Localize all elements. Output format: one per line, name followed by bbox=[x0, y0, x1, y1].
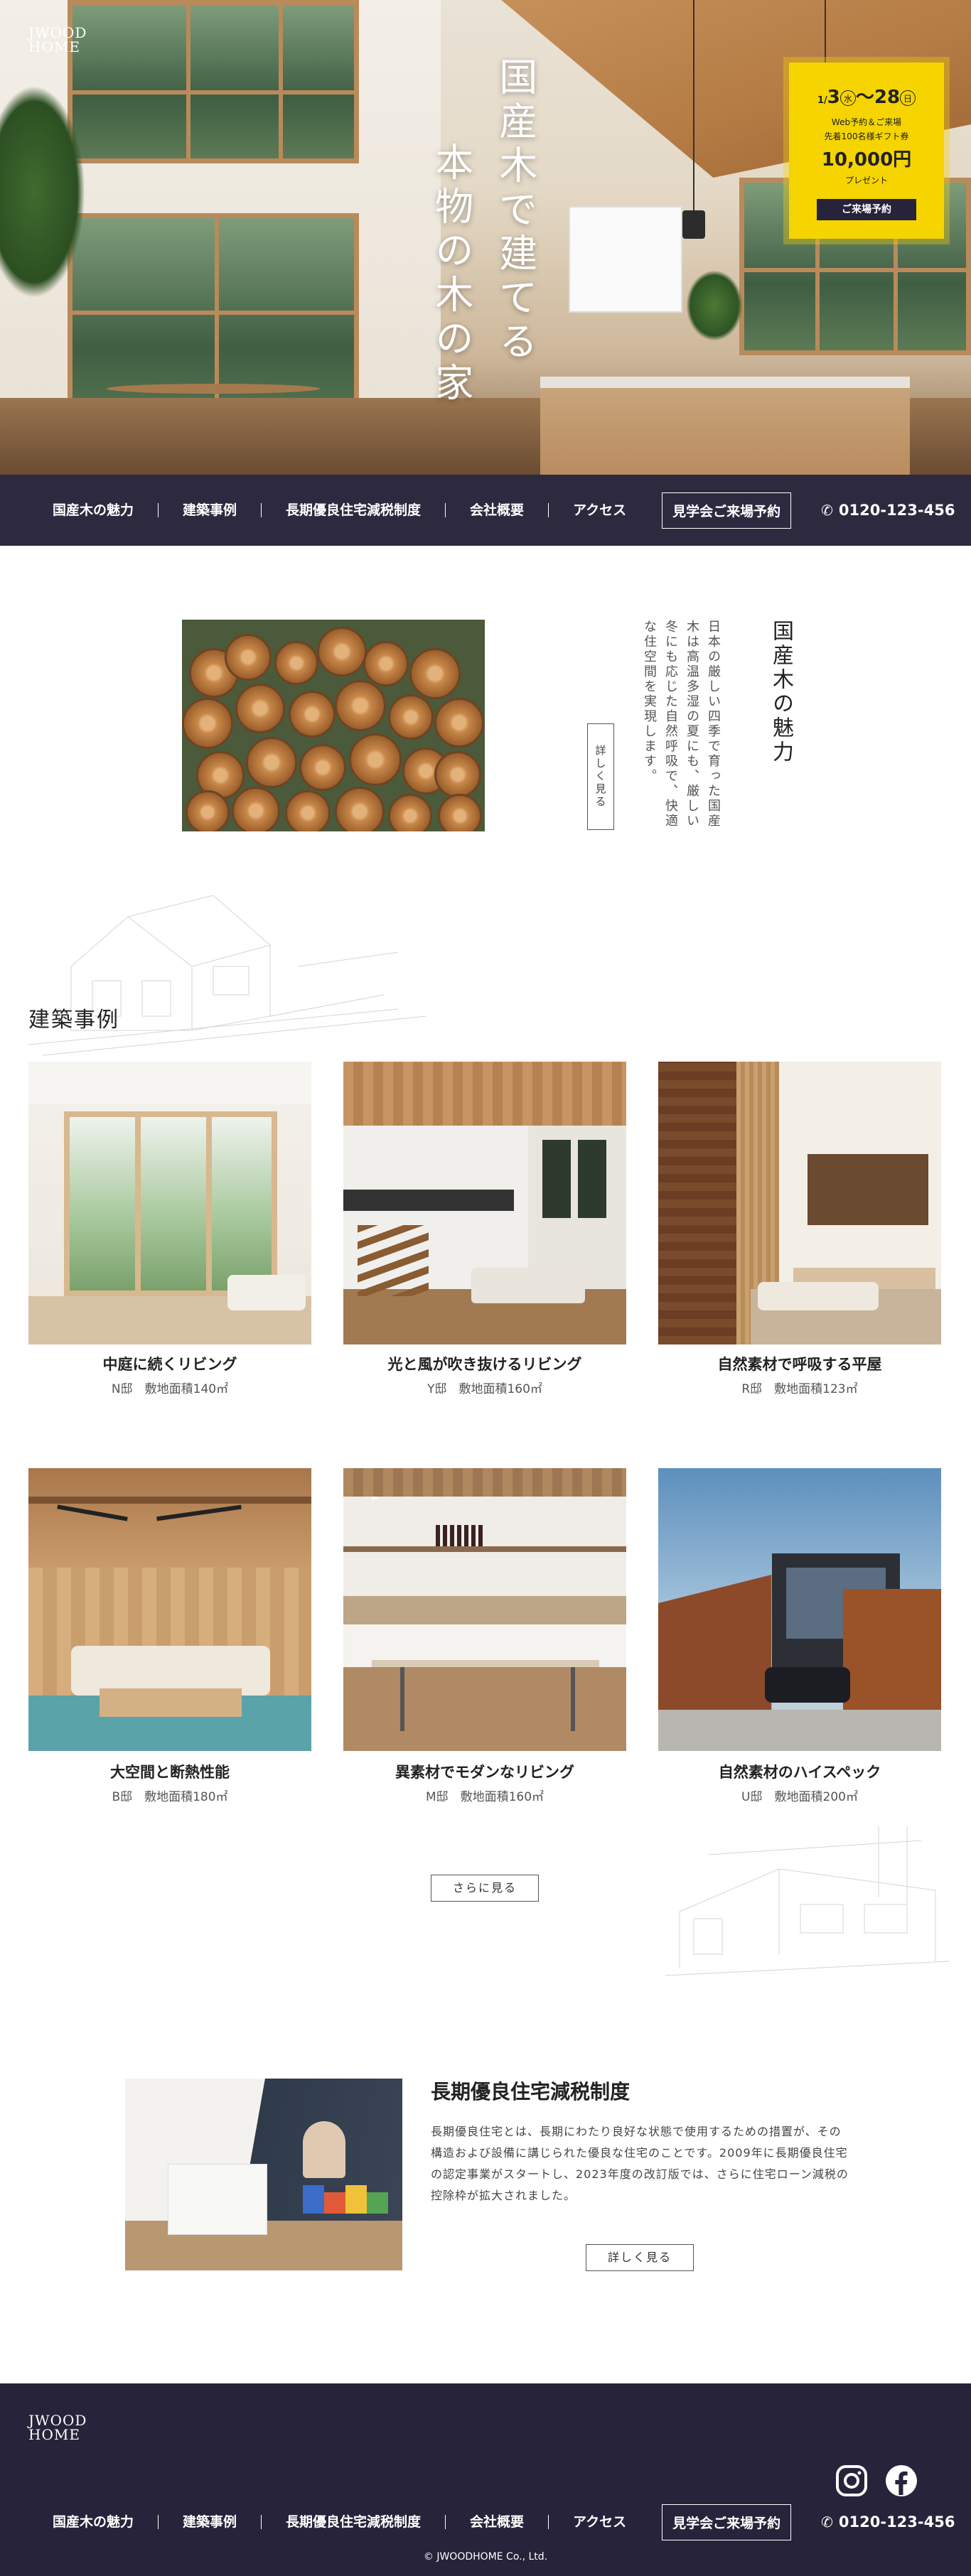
nav-item-charm[interactable]: 国産木の魅力 bbox=[28, 503, 159, 517]
case-sub-3: R邸 敷地面積123㎡ bbox=[741, 1382, 858, 1396]
hero-pendant-light bbox=[693, 0, 694, 213]
promo-reserve-button[interactable]: ご来場予約 bbox=[817, 199, 916, 220]
hero: JWOOD HOME 国産木で建てる 本物の木の家 1/3 水〜28 日 Web予約… bbox=[0, 0, 971, 475]
footer-phone-number: 0120-123-456 bbox=[838, 2513, 955, 2531]
nav-item-access[interactable]: アクセス bbox=[549, 503, 650, 517]
phone-number: 0120-123-456 bbox=[838, 502, 955, 519]
charm-logs-image bbox=[182, 620, 485, 831]
case-image-3[interactable] bbox=[658, 1062, 941, 1344]
footer-phone-link[interactable]: ✆ 0120-123-456 bbox=[821, 2513, 955, 2531]
hero-title-line-2: 本物の木の家 bbox=[428, 142, 473, 406]
case-title-1: 中庭に続くリビング bbox=[102, 1356, 237, 1373]
tax-text: 長期優良住宅とは、長期にわたり良好な状態で使用するための措置が、その構造および設… bbox=[431, 2125, 849, 2202]
logo-line-1: JWOOD bbox=[28, 24, 87, 41]
charm-text: 日本の厳しい四季で育った国産木は高温多湿の夏にも、厳しい冬にも応じた自然呼吸で、… bbox=[642, 620, 721, 829]
phone-link[interactable]: ✆ 0120-123-456 bbox=[821, 502, 955, 519]
hero-window-top bbox=[68, 0, 359, 163]
case-sub-6: U邸 敷地面積200㎡ bbox=[741, 1790, 858, 1804]
case-sub-1: N邸 敷地面積140㎡ bbox=[111, 1382, 229, 1396]
promo-date: 1/3 水〜28 日 bbox=[789, 82, 944, 109]
case-title-3: 自然素材で呼吸する平屋 bbox=[717, 1356, 882, 1373]
main-nav: 国産木の魅力 建築事例 長期優良住宅減税制度 会社概要 アクセス 見学会ご来場予… bbox=[0, 475, 971, 546]
promo-line-1: Web予約＆ご来場 bbox=[831, 117, 902, 127]
footer-phone-icon: ✆ bbox=[821, 2513, 833, 2531]
logo-line-2: HOME bbox=[28, 38, 80, 55]
house-sketch-right bbox=[665, 1826, 950, 1976]
hero-plant bbox=[0, 85, 85, 298]
case-title-5: 異素材でモダンなリビング bbox=[395, 1764, 574, 1781]
hero-title-line-1: 国産木で建てる bbox=[492, 57, 537, 365]
case-sub-4: B邸 敷地面積180㎡ bbox=[112, 1790, 228, 1804]
hero-cabinet bbox=[569, 206, 682, 313]
case-sub-5: M邸 敷地面積160㎡ bbox=[425, 1790, 544, 1804]
case-image-2[interactable] bbox=[343, 1062, 626, 1344]
footer-logo-line-2: HOME bbox=[28, 2426, 80, 2443]
visit-reserve-button[interactable]: 見学会ご来場予約 bbox=[662, 492, 792, 529]
promo-line-3: プレゼント bbox=[844, 176, 888, 185]
tax-more-button[interactable]: 詳しく見る bbox=[586, 2244, 694, 2271]
promo-line-2: 先着100名様ギフト券 bbox=[824, 131, 909, 141]
copyright: © JWOODHOME Co., Ltd. bbox=[423, 2551, 548, 2562]
footer-nav-item-tax[interactable]: 長期優良住宅減税制度 bbox=[262, 2515, 446, 2529]
nav-item-company[interactable]: 会社概要 bbox=[446, 503, 549, 517]
footer-nav-item-access[interactable]: アクセス bbox=[549, 2515, 650, 2529]
footer-logo-line-1: JWOOD bbox=[28, 2412, 87, 2429]
tax-title: 長期優良住宅減税制度 bbox=[431, 2080, 631, 2103]
cases-more-button[interactable]: さらに見る bbox=[431, 1875, 539, 1902]
case-image-5[interactable] bbox=[343, 1468, 626, 1751]
charm-title: 国産木の魅力 bbox=[768, 620, 793, 765]
footer-nav: 国産木の魅力 建築事例 長期優良住宅減税制度 会社概要 アクセス 見学会ご来場予… bbox=[0, 2486, 971, 2558]
footer-logo[interactable]: JWOOD HOME bbox=[28, 2413, 87, 2442]
case-image-4[interactable] bbox=[28, 1468, 311, 1751]
nav-item-cases[interactable]: 建築事例 bbox=[159, 503, 262, 517]
cases-title: 建築事例 bbox=[28, 1008, 119, 1033]
case-title-6: 自然素材のハイスペック bbox=[718, 1764, 881, 1781]
footer-visit-reserve-button[interactable]: 見学会ご来場予約 bbox=[662, 2504, 792, 2540]
footer-nav-item-cases[interactable]: 建築事例 bbox=[159, 2515, 262, 2529]
case-image-1[interactable] bbox=[28, 1062, 311, 1344]
case-image-6[interactable] bbox=[658, 1468, 941, 1751]
footer-nav-item-company[interactable]: 会社概要 bbox=[446, 2515, 549, 2529]
case-title-2: 光と風が吹き抜けるリビング bbox=[387, 1356, 582, 1373]
footer-nav-item-charm[interactable]: 国産木の魅力 bbox=[28, 2515, 159, 2529]
hero-dining-table bbox=[107, 384, 320, 394]
hero-pendant-lamp bbox=[682, 210, 705, 239]
promo-amount: 10,000円 bbox=[821, 149, 912, 171]
case-title-4: 大空間と断熱性能 bbox=[110, 1764, 230, 1781]
hero-plant-kitchen bbox=[686, 270, 743, 341]
hero-kitchen-island bbox=[540, 377, 910, 475]
charm-more-button[interactable]: 詳しく見る bbox=[587, 723, 614, 830]
hero-logo[interactable]: JWOOD HOME bbox=[28, 26, 87, 54]
tax-image bbox=[125, 2079, 402, 2270]
case-sub-2: Y邸 敷地面積160㎡ bbox=[427, 1382, 542, 1396]
nav-item-tax[interactable]: 長期優良住宅減税制度 bbox=[262, 503, 446, 517]
promo-banner: 1/3 水〜28 日 Web予約＆ご来場 先着100名様ギフト券 10,000円 プ… bbox=[789, 63, 944, 239]
phone-icon: ✆ bbox=[821, 502, 833, 519]
